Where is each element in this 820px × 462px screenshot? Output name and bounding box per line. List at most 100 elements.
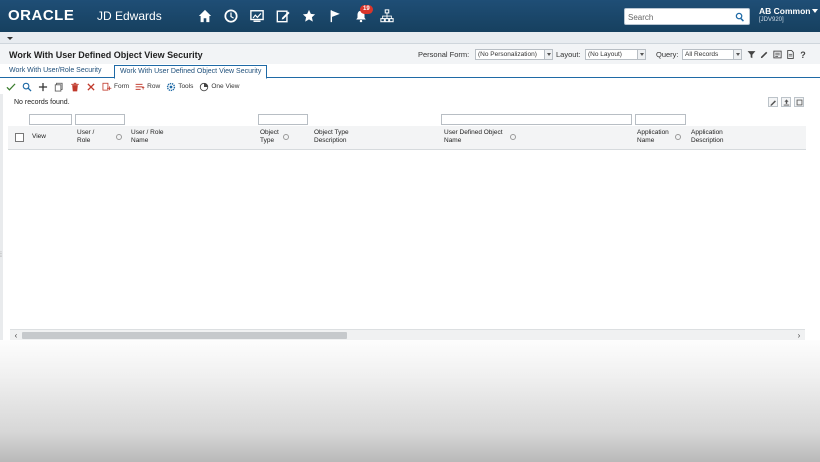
- column-header-user-role[interactable]: User / Role: [77, 129, 94, 145]
- layout-value: (No Layout): [588, 51, 622, 58]
- menu-toggle-caret-icon[interactable]: [7, 37, 13, 40]
- column-header-label: Name: [131, 137, 149, 144]
- grid-edit-icon[interactable]: [768, 97, 778, 107]
- user-menu-caret-icon[interactable]: [812, 9, 818, 13]
- user-environment: [JDV920]: [759, 17, 784, 23]
- close-button[interactable]: [86, 80, 96, 93]
- form-menu-button[interactable]: Form: [102, 80, 129, 93]
- pencil-icon[interactable]: [759, 49, 769, 60]
- qbe-view[interactable]: [29, 114, 72, 125]
- personal-form-label: Personal Form:: [418, 50, 470, 59]
- qbe-user-defined-object-name[interactable]: [441, 114, 632, 125]
- trash-icon: [71, 82, 79, 91]
- column-header-label: Object Type: [314, 129, 349, 136]
- column-header-label: User Defined Object: [444, 129, 503, 136]
- query-value: All Records: [685, 51, 719, 58]
- sort-icon[interactable]: [116, 134, 122, 140]
- column-header-label: User /: [77, 129, 95, 136]
- search-icon[interactable]: [733, 10, 747, 23]
- query-label: Query:: [656, 50, 679, 59]
- column-header-application-description[interactable]: Application Description: [691, 129, 724, 145]
- layout-label: Layout:: [556, 50, 581, 59]
- column-header-user-role-name[interactable]: User / Role Name: [131, 129, 164, 145]
- column-header-label: Role: [77, 137, 91, 144]
- sort-icon[interactable]: [510, 134, 516, 140]
- tab-user-role-security[interactable]: Work With User/Role Security: [4, 65, 106, 78]
- no-records-message: No records found.: [14, 99, 70, 106]
- form-icon: [102, 82, 112, 91]
- select-button[interactable]: [6, 80, 16, 93]
- column-header-label: Type: [260, 137, 275, 144]
- one-view-button[interactable]: One View: [199, 80, 239, 93]
- tools-menu-label: Tools: [178, 83, 194, 90]
- notification-count-badge: 19: [360, 5, 373, 14]
- global-search: [624, 8, 750, 25]
- column-header-label: Description: [314, 137, 347, 144]
- form-tabs: Work With User/Role Security Work With U…: [0, 64, 820, 79]
- qbe-user-role[interactable]: [75, 114, 125, 125]
- add-button[interactable]: [38, 80, 48, 93]
- qbe-application-name[interactable]: [635, 114, 686, 125]
- personal-form-select[interactable]: (No Personalization): [475, 49, 553, 60]
- checkmark-icon: [6, 82, 16, 91]
- maximize-icon[interactable]: [794, 97, 804, 107]
- export-icon[interactable]: [781, 97, 791, 107]
- column-header-label: Application: [691, 129, 723, 136]
- gear-icon: [167, 82, 176, 91]
- copy-button[interactable]: [54, 80, 64, 93]
- search-input[interactable]: [628, 11, 732, 23]
- copy-icon: [54, 82, 63, 91]
- sort-icon[interactable]: [283, 134, 289, 140]
- column-header-label: Application: [637, 129, 669, 136]
- recent-icon[interactable]: [218, 6, 244, 26]
- column-header-object-type[interactable]: Object Type: [260, 129, 279, 145]
- column-header-label: Name: [637, 137, 655, 144]
- find-button[interactable]: [22, 80, 32, 93]
- delete-button[interactable]: [70, 80, 80, 93]
- page-title: Work With User Defined Object View Secur…: [9, 50, 203, 60]
- column-header-object-type-description[interactable]: Object Type Description: [314, 129, 349, 145]
- column-header-user-defined-object-name[interactable]: User Defined Object Name: [444, 129, 503, 145]
- query-select[interactable]: All Records: [682, 49, 742, 60]
- select-all-checkbox[interactable]: [15, 133, 24, 142]
- chevron-down-icon: [637, 50, 645, 59]
- results-grid: No records found. View User / Role User …: [8, 95, 806, 340]
- scroll-left-icon[interactable]: ‹: [12, 331, 20, 340]
- scrollbar-thumb[interactable]: [22, 332, 347, 339]
- column-header-label: Name: [444, 137, 462, 144]
- bottom-backdrop: [0, 340, 820, 462]
- column-header-view[interactable]: View: [32, 133, 46, 141]
- action-toolbar: Form Row Tools One View: [0, 79, 820, 94]
- qbe-object-type[interactable]: [258, 114, 308, 125]
- tab-user-defined-object-view-security[interactable]: Work With User Defined Object View Secur…: [114, 65, 268, 79]
- column-header-label: User / Role: [131, 129, 164, 136]
- tools-menu-button[interactable]: Tools: [166, 80, 193, 93]
- product-name: JD Edwards: [97, 9, 162, 23]
- flag-icon[interactable]: [322, 6, 348, 26]
- personal-form-value: (No Personalization): [478, 51, 537, 58]
- chevron-down-icon: [544, 50, 552, 59]
- row-icon: [135, 83, 145, 90]
- sort-icon[interactable]: [675, 134, 681, 140]
- plus-icon: [38, 82, 48, 91]
- home-icon[interactable]: [192, 6, 218, 26]
- scroll-right-icon[interactable]: ›: [795, 331, 803, 340]
- column-header-application-name[interactable]: Application Name: [637, 129, 669, 145]
- favorites-icon[interactable]: [296, 6, 322, 26]
- layout-select[interactable]: (No Layout): [585, 49, 646, 60]
- horizontal-scrollbar[interactable]: ‹ ›: [10, 329, 805, 340]
- document-icon[interactable]: [785, 49, 795, 60]
- row-menu-button[interactable]: Row: [135, 80, 160, 93]
- help-button[interactable]: ?: [798, 49, 808, 60]
- org-chart-icon[interactable]: [374, 6, 400, 26]
- filter-icon[interactable]: [746, 49, 756, 60]
- dashboard-icon[interactable]: [244, 6, 270, 26]
- column-header-label: Description: [691, 137, 724, 144]
- edit-icon[interactable]: [270, 6, 296, 26]
- menu-subbar: [0, 32, 820, 44]
- panel-grip-icon[interactable]: ⁞: [0, 252, 5, 262]
- notification-icon[interactable]: 19: [348, 5, 374, 26]
- notes-icon[interactable]: [772, 49, 782, 60]
- search-icon: [22, 82, 32, 92]
- user-menu-name[interactable]: AB Common: [759, 6, 810, 16]
